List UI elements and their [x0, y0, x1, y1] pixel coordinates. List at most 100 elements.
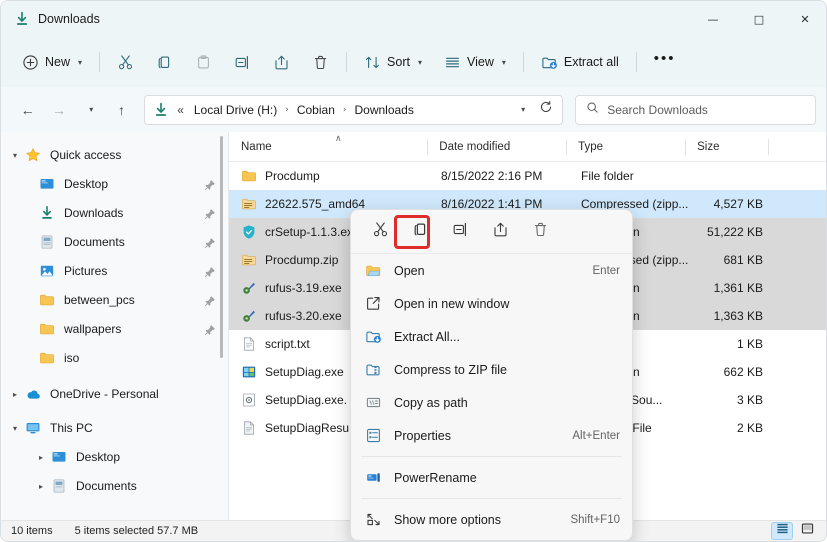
sidebar-item-this-pc[interactable]: ▾ This PC	[5, 414, 222, 442]
pin-icon[interactable]	[204, 323, 216, 336]
table-row[interactable]: Procdump 8/15/2022 2:16 PM File folder	[229, 162, 826, 190]
chevron-down-icon[interactable]: ▾	[5, 424, 25, 433]
file-name-label: script.txt	[265, 337, 310, 351]
column-header-date[interactable]: Date modified	[427, 132, 566, 162]
cut-button[interactable]	[108, 46, 143, 78]
sidebar-item-onedrive[interactable]: ▸ OneDrive - Personal	[5, 380, 222, 408]
sidebar-item-pc-documents[interactable]: ▸ Documents	[19, 472, 222, 500]
extract-all-button[interactable]: Extract all	[532, 46, 628, 78]
chevron-right-icon[interactable]: ▸	[31, 453, 51, 462]
ctx-delete-button[interactable]	[521, 216, 559, 248]
share-icon	[273, 54, 290, 71]
address-row: ← → ▾ ↑ « Local Drive (H:) › Cobian › Do…	[1, 87, 826, 132]
pin-icon[interactable]	[204, 178, 216, 191]
address-bar[interactable]: « Local Drive (H:) › Cobian › Downloads …	[144, 94, 564, 125]
toolbar-divider	[99, 52, 101, 72]
maximize-icon: □	[753, 12, 765, 26]
ctx-rename-button[interactable]	[441, 216, 479, 248]
folder-icon	[241, 168, 257, 184]
file-name-label: Procdump.zip	[265, 253, 339, 267]
column-header-name[interactable]: Name	[229, 132, 427, 162]
ctx-open-new-window-item[interactable]: Open in new window	[351, 287, 632, 320]
sidebar-scrollbar[interactable]	[220, 136, 223, 358]
desktop-icon	[39, 176, 55, 192]
up-button[interactable]: ↑	[107, 95, 136, 125]
rename-icon	[234, 54, 251, 71]
file-size-cell: 51,222 KB	[706, 225, 763, 239]
view-button[interactable]: View ▾	[435, 46, 515, 78]
details-view-toggle[interactable]	[771, 522, 793, 540]
pin-icon[interactable]	[204, 294, 216, 307]
new-button[interactable]: New ▾	[13, 46, 91, 78]
rename-button[interactable]	[225, 46, 260, 78]
sidebar-item-documents[interactable]: ▸ Documents	[5, 228, 222, 256]
more-options-button[interactable]: •••	[645, 46, 685, 78]
sidebar-item-pc-desktop[interactable]: ▸ Desktop	[19, 443, 222, 471]
ctx-show-more-options-item[interactable]: Show more options Shift+F10	[351, 503, 632, 536]
breadcrumb-item-cobian[interactable]: Cobian	[292, 100, 340, 120]
status-item-count: 10 items	[11, 525, 53, 537]
paste-button[interactable]	[186, 46, 221, 78]
address-dropdown-button[interactable]: ▾	[510, 98, 534, 122]
chevron-down-icon: ▾	[521, 105, 526, 114]
recent-locations-button[interactable]: ▾	[76, 95, 105, 125]
view-button-label: View	[466, 55, 494, 69]
ctx-share-button[interactable]	[481, 216, 519, 248]
ctx-copy-path-item[interactable]: Copy as path	[351, 386, 632, 419]
copy-button[interactable]	[147, 46, 182, 78]
breadcrumb-item-drive[interactable]: Local Drive (H:)	[189, 100, 282, 120]
forward-button[interactable]: →	[44, 95, 73, 125]
sidebar-item-iso[interactable]: ▸ iso	[5, 344, 222, 372]
ctx-compress-zip-item[interactable]: Compress to ZIP file	[351, 353, 632, 386]
close-button[interactable]: ✕	[782, 1, 826, 37]
sort-button[interactable]: Sort ▾	[355, 46, 431, 78]
sidebar-item-wallpapers[interactable]: ▸ wallpapers	[5, 315, 222, 343]
context-menu-divider	[361, 456, 622, 457]
ctx-open-new-window-label: Open in new window	[394, 296, 510, 311]
pin-icon[interactable]	[204, 236, 216, 249]
ctx-open-item[interactable]: Open Enter	[351, 254, 632, 287]
maximize-button[interactable]: □	[736, 1, 782, 37]
view-icon	[444, 54, 461, 71]
share-button[interactable]	[264, 46, 299, 78]
sidebar-item-label: Desktop	[76, 450, 121, 464]
column-header-size[interactable]: Size	[685, 132, 768, 162]
ctx-copy-button[interactable]	[401, 216, 439, 248]
back-button[interactable]: ←	[13, 95, 42, 125]
refresh-button[interactable]	[534, 98, 558, 122]
chevron-right-icon[interactable]: ▸	[31, 482, 51, 491]
chevron-right-icon[interactable]: ▸	[5, 390, 25, 399]
sidebar-item-between-pcs[interactable]: ▸ between_pcs	[5, 286, 222, 314]
column-header-type-label: Type	[578, 140, 604, 153]
sidebar-item-pictures[interactable]: ▸ Pictures	[5, 257, 222, 285]
new-button-label: New	[45, 55, 71, 69]
plus-circle-icon	[22, 54, 39, 71]
folder-icon	[39, 321, 55, 337]
breadcrumb-overflow[interactable]: «	[174, 103, 187, 117]
breadcrumb-item-downloads[interactable]: Downloads	[349, 100, 418, 120]
column-header-type[interactable]: Type	[566, 132, 685, 162]
ctx-powerrename-item[interactable]: PowerRename	[351, 461, 632, 494]
ctx-extract-all-label: Extract All...	[394, 329, 460, 344]
minimize-button[interactable]: —	[690, 1, 736, 37]
show-more-icon	[365, 511, 382, 528]
ctx-properties-item[interactable]: Properties Alt+Enter	[351, 419, 632, 452]
sidebar-item-desktop[interactable]: ▸ Desktop	[5, 170, 222, 198]
extract-all-icon	[541, 54, 558, 71]
column-header-size-label: Size	[697, 140, 720, 153]
chevron-down-icon[interactable]: ▾	[5, 151, 25, 160]
pin-icon[interactable]	[204, 265, 216, 278]
search-icon	[586, 101, 599, 119]
search-placeholder: Search Downloads	[607, 102, 708, 117]
sidebar-item-downloads[interactable]: ▸ Downloads	[5, 199, 222, 227]
context-menu-toolbar	[351, 210, 632, 254]
large-icons-view-toggle[interactable]	[796, 522, 818, 540]
pin-icon[interactable]	[204, 207, 216, 220]
delete-button[interactable]	[303, 46, 338, 78]
search-input[interactable]: Search Downloads	[575, 94, 816, 125]
ctx-cut-button[interactable]	[361, 216, 399, 248]
file-name-label: rufus-3.19.exe	[265, 281, 342, 295]
ctx-extract-all-item[interactable]: Extract All...	[351, 320, 632, 353]
sidebar-item-quick-access[interactable]: ▾ Quick access	[5, 141, 222, 169]
column-header-row: Name Date modified Type Size ∧	[229, 132, 826, 162]
